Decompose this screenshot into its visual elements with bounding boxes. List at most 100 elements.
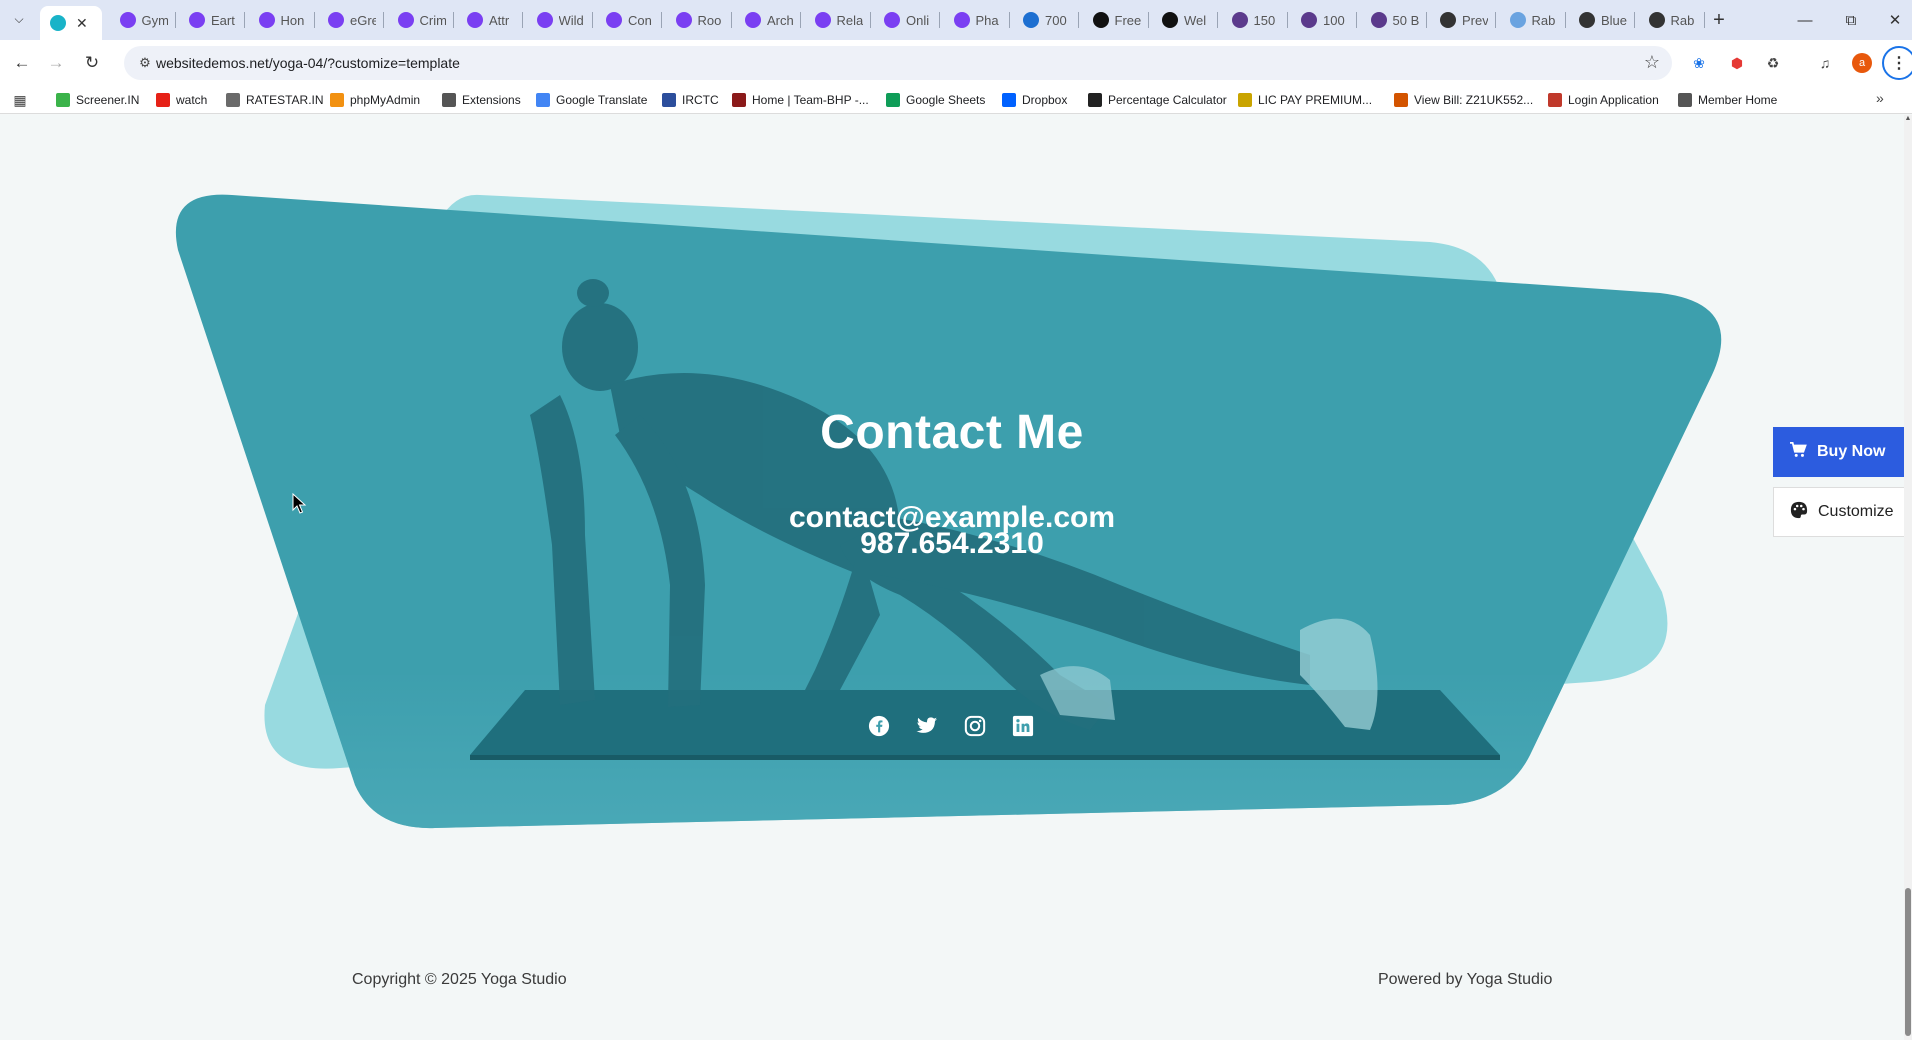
tab-title: 700	[1045, 12, 1067, 28]
apps-grid-icon[interactable]: ▦	[12, 92, 28, 108]
browser-tab[interactable]: 700	[1013, 6, 1079, 34]
browser-tab[interactable]: Gym	[110, 6, 176, 34]
contact-phone[interactable]: 987.654.2310	[0, 529, 1904, 559]
bookmark-item[interactable]: Home | Team-BHP -...	[732, 91, 869, 109]
tab-favicon-icon	[1440, 12, 1456, 28]
browser-tab[interactable]: 100	[1291, 6, 1357, 34]
browser-tab[interactable]: Hon	[249, 6, 315, 34]
browser-tab[interactable]: 50 B	[1361, 6, 1427, 34]
bookmark-star-icon[interactable]: ☆	[1644, 52, 1660, 73]
twitter-icon[interactable]	[914, 713, 940, 739]
bookmark-favicon-icon	[442, 93, 456, 107]
tab-title: Gym	[141, 12, 168, 28]
extensions-puzzle-icon[interactable]: ♻	[1762, 52, 1784, 74]
browser-tab[interactable]: Free	[1083, 6, 1149, 34]
reload-button[interactable]: ↻	[80, 51, 104, 75]
browser-tab[interactable]: Arch	[735, 6, 801, 34]
tab-title: Rela	[836, 12, 863, 28]
bookmark-item[interactable]: Dropbox	[1002, 91, 1067, 109]
tab-favicon-icon	[1579, 12, 1595, 28]
browser-tab[interactable]: Roo	[666, 6, 732, 34]
bookmark-item[interactable]: Member Home	[1678, 91, 1777, 109]
browser-tab[interactable]: Prev	[1430, 6, 1496, 34]
browser-tab[interactable]: Con	[596, 6, 662, 34]
tab-separator	[1356, 12, 1357, 28]
address-bar[interactable]: ⚙ websitedemos.net/yoga-04/?customize=te…	[124, 46, 1672, 80]
browser-tab[interactable]: 150	[1222, 6, 1288, 34]
forward-button[interactable]: →	[44, 51, 68, 75]
contact-title: Contact Me	[820, 406, 1084, 459]
extension-icon[interactable]: ❀	[1688, 52, 1710, 74]
close-window-button[interactable]: ✕	[1872, 0, 1912, 40]
customize-button[interactable]: Customize	[1773, 487, 1905, 537]
tab-title: eGre	[350, 12, 376, 28]
bookmark-item[interactable]: Screener.IN	[56, 91, 139, 109]
tab-close-icon[interactable]: ✕	[76, 15, 88, 32]
social-links	[866, 713, 1036, 739]
scroll-up-arrow-icon[interactable]: ▲	[1904, 115, 1912, 123]
linkedin-icon[interactable]	[1010, 713, 1036, 739]
browser-tab[interactable]: Attr	[457, 6, 523, 34]
tab-active[interactable]: ✕	[40, 6, 102, 40]
more-bookmarks-icon[interactable]: »	[1876, 90, 1884, 106]
browser-menu-icon[interactable]: ⋮	[1882, 46, 1912, 80]
browser-tab[interactable]: Eart	[179, 6, 245, 34]
browser-tab[interactable]: Wel	[1152, 6, 1218, 34]
bookmark-item[interactable]: RATESTAR.IN	[226, 91, 324, 109]
tab-title: Rab	[1531, 12, 1556, 28]
page-scrollbar[interactable]: ▲	[1904, 115, 1912, 1040]
bookmark-favicon-icon	[1548, 93, 1562, 107]
bookmark-item[interactable]: phpMyAdmin	[330, 91, 420, 109]
facebook-icon[interactable]	[866, 713, 892, 739]
tab-separator	[800, 12, 801, 28]
browser-tab[interactable]: eGre	[318, 6, 384, 34]
tab-separator	[869, 12, 871, 28]
browser-tab[interactable]: Rela	[805, 6, 871, 34]
tab-separator	[1078, 12, 1079, 28]
bookmark-item[interactable]: Percentage Calculator	[1088, 91, 1227, 109]
back-button[interactable]: ←	[10, 51, 34, 75]
adblock-extension-icon[interactable]: ⬢	[1726, 52, 1748, 74]
site-info-icon[interactable]: ⚙	[136, 54, 154, 72]
minimize-button[interactable]: —	[1782, 0, 1828, 40]
browser-tab[interactable]: Crim	[388, 6, 454, 34]
cart-icon	[1789, 441, 1807, 463]
bookmark-item[interactable]: watch	[156, 91, 207, 109]
browser-tab[interactable]: Rab	[1639, 6, 1705, 34]
browser-toolbar: ← → ↻ ⚙ websitedemos.net/yoga-04/?custom…	[0, 40, 1912, 86]
bookmark-item[interactable]: Google Sheets	[886, 91, 985, 109]
new-tab-button[interactable]: +	[1705, 6, 1733, 34]
tab-separator	[1495, 12, 1496, 28]
tab-separator	[1564, 12, 1566, 28]
browser-tab[interactable]: Onli	[874, 6, 940, 34]
tab-title: Pha	[975, 12, 999, 28]
browser-tab[interactable]: Blue	[1569, 6, 1635, 34]
browser-tab[interactable]: Rab	[1500, 6, 1566, 34]
bookmark-item[interactable]: Login Application	[1548, 91, 1659, 109]
footer-copyright: Copyright © 2025 Yoga Studio	[352, 971, 567, 988]
scrollbar-thumb[interactable]	[1905, 888, 1911, 1036]
bookmark-item[interactable]: Google Translate	[536, 91, 647, 109]
tab-search-icon[interactable]: ⌵	[8, 8, 30, 30]
tab-title: 100	[1323, 12, 1345, 28]
tab-title: Roo	[697, 12, 722, 28]
instagram-icon[interactable]	[962, 713, 988, 739]
bookmark-favicon-icon	[1678, 93, 1692, 107]
url-text[interactable]: websitedemos.net/yoga-04/?customize=temp…	[156, 55, 460, 71]
browser-tab[interactable]: Pha	[944, 6, 1010, 34]
bookmark-item[interactable]: IRCTC	[662, 91, 719, 109]
browser-tab[interactable]: Wild	[527, 6, 593, 34]
bookmark-item[interactable]: Extensions	[442, 91, 521, 109]
tab-separator	[383, 12, 384, 28]
tab-favicon-icon	[1301, 12, 1317, 28]
profile-avatar[interactable]: a	[1852, 53, 1872, 73]
bookmark-item[interactable]: View Bill: Z21UK552...	[1394, 91, 1533, 109]
buy-now-button[interactable]: Buy Now	[1773, 427, 1905, 477]
bookmark-label: LIC PAY PREMIUM...	[1258, 93, 1373, 107]
bookmark-favicon-icon	[226, 93, 240, 107]
bookmark-item[interactable]: LIC PAY PREMIUM...	[1238, 91, 1372, 109]
bookmark-favicon-icon	[536, 93, 550, 107]
restore-button[interactable]: ⧉	[1828, 0, 1874, 40]
media-controls-icon[interactable]: ♫	[1814, 52, 1836, 74]
tab-title: Wild	[558, 12, 584, 28]
